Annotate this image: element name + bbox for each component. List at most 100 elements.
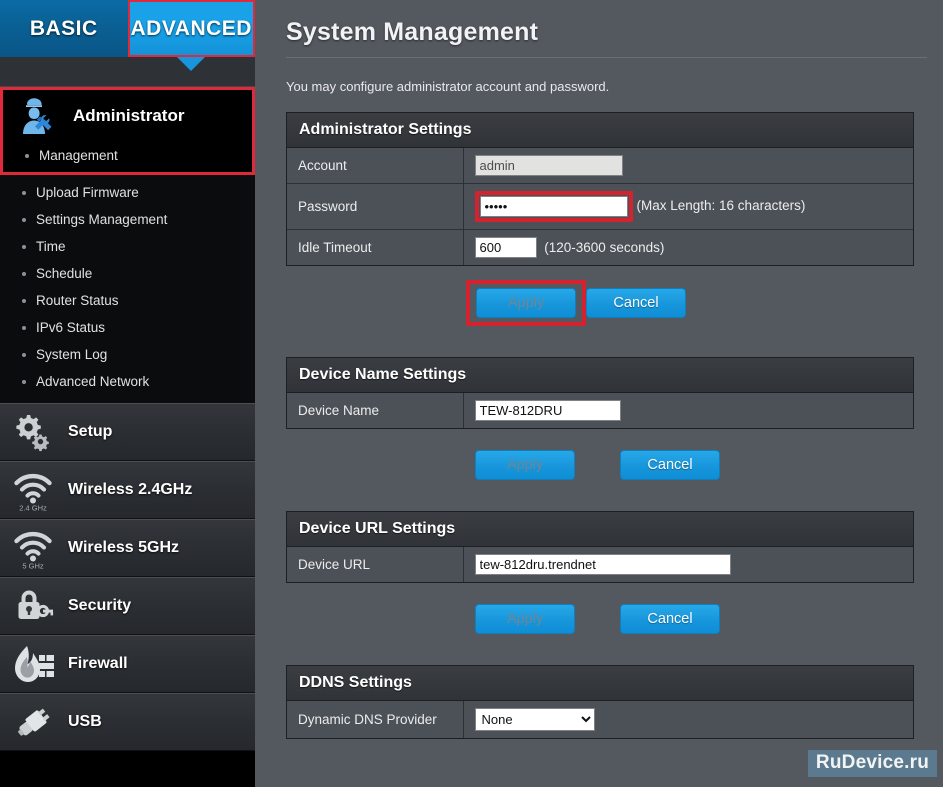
apply-button[interactable]: Apply — [475, 604, 575, 634]
sidebar-item-time[interactable]: Time — [0, 233, 255, 260]
cancel-button[interactable]: Cancel — [586, 288, 686, 318]
tab-basic-label: BASIC — [29, 16, 98, 40]
sidebar-item-label: Time — [36, 239, 66, 254]
administrator-submenu-active: Management — [3, 142, 252, 169]
password-input[interactable] — [479, 196, 628, 217]
bullet-icon — [22, 217, 26, 222]
svg-text:5 GHz: 5 GHz — [22, 562, 44, 571]
row-label: Account — [287, 148, 464, 184]
sidebar-group-label: Firewall — [68, 655, 128, 672]
administrator-settings-panel: Administrator Settings Account Password … — [286, 112, 914, 266]
tab-advanced[interactable]: ADVANCED — [127, 0, 255, 71]
table-row: Device Name — [287, 393, 913, 428]
ddns-settings-panel: DDNS Settings Dynamic DNS Provider None — [286, 665, 914, 739]
sidebar-group-firewall[interactable]: Firewall — [0, 635, 255, 693]
bullet-icon — [25, 153, 29, 158]
sidebar-item-ipv6-status[interactable]: IPv6 Status — [0, 314, 255, 341]
idle-timeout-hint: (120-3600 seconds) — [544, 240, 665, 255]
bullet-icon — [22, 379, 26, 384]
sidebar-group-setup[interactable]: Setup — [0, 403, 255, 461]
apply-button[interactable]: Apply — [475, 450, 575, 480]
sidebar-group-usb[interactable]: USB — [0, 693, 255, 751]
sidebar-group-label: Security — [68, 597, 132, 614]
sidebar-group-label: Setup — [68, 423, 113, 440]
sidebar-item-schedule[interactable]: Schedule — [0, 260, 255, 287]
sidebar-item-label: Schedule — [36, 266, 93, 281]
apply-highlight-box: Apply — [466, 280, 586, 326]
panel-heading: Device URL Settings — [287, 512, 913, 547]
sidebar-group-label: Wireless 2.4GHz — [68, 481, 193, 498]
administrator-header[interactable]: Administrator — [3, 90, 252, 142]
active-tab-arrow-icon — [177, 57, 206, 71]
administrator-settings-table: Account Password (Max Length: 16 charact… — [287, 148, 913, 265]
main-content: System Management You may configure admi… — [255, 0, 943, 787]
device-name-button-row: Apply Cancel — [286, 450, 914, 480]
account-input[interactable] — [474, 155, 623, 176]
sidebar-item-system-log[interactable]: System Log — [0, 341, 255, 368]
page-title: System Management — [286, 18, 539, 46]
table-row: Password (Max Length: 16 characters) — [287, 183, 913, 230]
cancel-button[interactable]: Cancel — [620, 604, 720, 634]
device-name-settings-panel: Device Name Settings Device Name — [286, 357, 914, 429]
sidebar-item-upload-firmware[interactable]: Upload Firmware — [0, 179, 255, 206]
sidebar-group-wireless-5[interactable]: 5 GHz Wireless 5GHz — [0, 519, 255, 577]
device-name-table: Device Name — [287, 393, 913, 428]
sidebar-item-router-status[interactable]: Router Status — [0, 287, 255, 314]
bullet-icon — [22, 244, 26, 249]
svg-text:2.4 GHz: 2.4 GHz — [19, 504, 47, 513]
sidebar-item-label: Settings Management — [36, 212, 168, 227]
sidebar-item-settings-management[interactable]: Settings Management — [0, 206, 255, 233]
sidebar-item-label: Advanced Network — [36, 374, 150, 389]
bullet-icon — [22, 352, 26, 357]
apply-button[interactable]: Apply — [476, 288, 576, 318]
bullet-icon — [22, 190, 26, 195]
row-value — [463, 148, 913, 184]
tab-basic[interactable]: BASIC — [0, 0, 128, 57]
sidebar-group-administrator[interactable]: Administrator Management — [0, 87, 255, 175]
table-row: Device URL — [287, 547, 913, 582]
lock-key-icon — [10, 583, 56, 629]
row-value — [463, 547, 913, 582]
sidebar-item-advanced-network[interactable]: Advanced Network — [0, 368, 255, 395]
row-value: (Max Length: 16 characters) — [463, 183, 913, 230]
router-admin-page: BASIC ADVANCED Administrator Management … — [0, 0, 943, 787]
administrator-submenu-rest: Upload Firmware Settings Management Time… — [0, 175, 255, 403]
wifi-icon: 2.4 GHz — [10, 467, 56, 513]
mode-tabs: BASIC ADVANCED — [0, 0, 255, 71]
sidebar-item-management[interactable]: Management — [3, 142, 252, 169]
bullet-icon — [22, 271, 26, 276]
sidebar-group-label: USB — [68, 713, 102, 730]
row-value: (120-3600 seconds) — [463, 229, 913, 265]
device-url-input[interactable] — [474, 554, 731, 575]
sidebar-item-label: System Log — [36, 347, 108, 362]
device-url-settings-panel: Device URL Settings Device URL — [286, 511, 914, 583]
cancel-button[interactable]: Cancel — [620, 450, 720, 480]
row-label: Password — [287, 183, 464, 230]
watermark: RuDevice.ru — [807, 750, 937, 777]
device-url-button-row: Apply Cancel — [286, 604, 914, 634]
panel-heading: DDNS Settings — [287, 666, 913, 701]
row-label: Device Name — [287, 393, 464, 428]
panel-heading: Administrator Settings — [287, 113, 913, 148]
password-hint: (Max Length: 16 characters) — [636, 198, 806, 214]
device-name-input[interactable] — [474, 400, 621, 421]
sidebar-group-label: Wireless 5GHz — [68, 539, 180, 556]
row-value — [463, 393, 913, 428]
row-value: None — [463, 701, 913, 738]
wifi-icon: 5 GHz — [10, 525, 56, 571]
idle-timeout-input[interactable] — [474, 237, 537, 258]
sidebar-group-wireless-24[interactable]: 2.4 GHz Wireless 2.4GHz — [0, 461, 255, 519]
password-highlight-box — [474, 191, 633, 222]
table-row: Dynamic DNS Provider None — [287, 701, 913, 738]
tab-advanced-label: ADVANCED — [130, 16, 252, 40]
dynamic-dns-provider-select[interactable]: None — [474, 708, 595, 731]
row-label: Dynamic DNS Provider — [287, 701, 464, 738]
sidebar-group-security[interactable]: Security — [0, 577, 255, 635]
sidebar-item-label: Upload Firmware — [36, 185, 139, 200]
firewall-flame-icon — [10, 641, 56, 687]
gears-icon — [10, 409, 56, 455]
sidebar: BASIC ADVANCED Administrator Management … — [0, 0, 255, 787]
device-url-table: Device URL — [287, 547, 913, 582]
sidebar-item-label: Management — [39, 148, 118, 163]
table-row: Idle Timeout (120-3600 seconds) — [287, 229, 913, 265]
